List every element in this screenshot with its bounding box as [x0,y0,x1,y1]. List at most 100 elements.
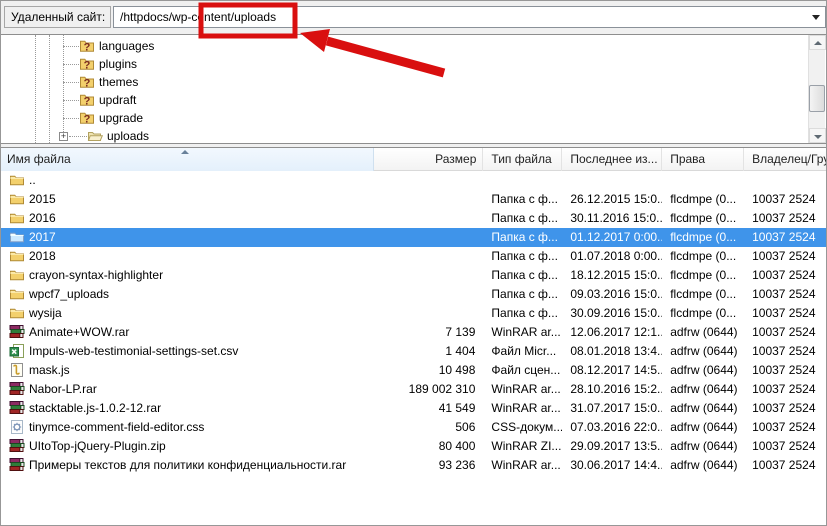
file-perms-cell: flcdmpe (0... [670,230,737,244]
file-owner-cell: 10037 2524 [752,306,816,320]
combo-dropdown-button[interactable] [807,7,825,27]
table-row[interactable]: mask.js 10 498 Файл сцен... 08.12.2017 14:5… [1,361,826,380]
table-row[interactable]: 2015 Папка с ф... 26.12.2015 15:0... flcdmp… [1,190,826,209]
tree-item-themes[interactable]: ? themes [1,73,826,91]
table-row[interactable]: wpcf7_uploads Папка с ф... 09.03.2016 15:0… [1,285,826,304]
tree-item-updraft[interactable]: ? updraft [1,91,826,109]
table-row[interactable]: UItoTop-jQuery-Plugin.zip 80 400 WinRAR ZI… [1,437,826,456]
winrar-icon [9,438,25,454]
file-size-cell [374,247,484,266]
file-name-cell: wpcf7_uploads [1,285,374,304]
tree-item-upgrade[interactable]: ? upgrade [1,109,826,127]
file-owner-cell: 10037 2524 [752,192,816,206]
table-row[interactable]: Nabor-LP.rar 189 002 310 WinRAR ar... 28.10… [1,380,826,399]
file-name-label: 2018 [29,249,56,263]
table-row[interactable]: Примеры текстов для политики конфиденциа… [1,456,826,475]
tree-connector-line [63,82,79,83]
table-row[interactable]: .. [1,171,826,190]
question-folder-icon: ? [79,74,95,90]
table-row[interactable]: 2018 Папка с ф... 01.07.2018 0:00... flcdmp… [1,247,826,266]
csv-icon [9,343,25,359]
scroll-up-button[interactable] [809,35,826,50]
file-name-label: Nabor-LP.rar [29,382,97,396]
tree-connector-line [63,100,79,101]
file-type-cell: WinRAR ar... [491,401,561,415]
file-type-cell: Файл Micr... [491,344,557,358]
tree-connector-line [63,118,79,119]
table-row[interactable]: crayon-syntax-highlighter Папка с ф... 18.… [1,266,826,285]
column-header-5[interactable]: Владелец/Гру [744,148,826,171]
column-header-0[interactable]: Имя файла [1,148,374,171]
tree-item-plugins[interactable]: ? plugins [1,55,826,73]
tree-item-label: languages [99,39,155,53]
svg-text:?: ? [84,78,91,90]
winrar-icon [9,381,25,397]
file-perms-cell: flcdmpe (0... [670,192,737,206]
file-type-cell: Папка с ф... [491,306,558,320]
file-size-cell: 10 498 [438,363,476,377]
folder-icon [9,210,25,226]
tree-connector-line [69,136,87,137]
table-row[interactable]: Animate+WOW.rar 7 139 WinRAR ar... 12.06.20… [1,323,826,342]
table-row[interactable]: tinymce-comment-field-editor.css 506 CSS-д… [1,418,826,437]
svg-text:?: ? [84,60,91,72]
file-modified-cell: 29.09.2017 13:5... [570,439,663,453]
file-modified-cell: 30.09.2016 15:0... [570,306,663,320]
table-row[interactable]: 2016 Папка с ф... 30.11.2016 15:0... flcdmp… [1,209,826,228]
file-owner-cell: 10037 2524 [752,420,816,434]
tree-item-label: uploads [107,129,150,143]
svg-text:?: ? [84,42,91,54]
file-name-cell: Примеры текстов для политики конфиденциа… [1,456,374,475]
file-modified-cell: 28.10.2016 15:2... [570,382,663,396]
column-header-1[interactable]: Размер [374,148,484,171]
file-name-label: stacktable.js-1.0.2-12.rar [29,401,162,415]
file-modified-cell: 08.01.2018 13:4... [570,344,663,358]
table-row[interactable]: wysija Папка с ф... 30.09.2016 15:0... flcd… [1,304,826,323]
tree-item-uploads[interactable]: + uploads [1,127,826,143]
file-size-cell: 80 400 [438,439,476,453]
arrow-down-icon [814,135,822,139]
file-modified-cell [562,171,662,190]
tree-vertical-scrollbar[interactable] [808,35,826,143]
file-owner-cell: 10037 2524 [752,439,816,453]
file-size-cell [374,266,484,285]
column-header-2[interactable]: Тип файла [483,148,563,171]
file-type-cell: Папка с ф... [491,230,558,244]
table-row[interactable]: Impuls-web-testimonial-settings-set.csv 1… [1,342,826,361]
file-perms-cell: flcdmpe (0... [670,268,737,282]
scroll-down-button[interactable] [809,128,826,143]
folder-icon [9,286,25,302]
file-owner-cell: 10037 2524 [752,325,816,339]
table-row[interactable]: 2017 Папка с ф... 01.12.2017 0:00... flcdmp… [1,228,826,247]
file-modified-cell: 01.12.2017 0:00... [570,230,663,244]
file-perms-cell: adfrw (0644) [670,458,738,472]
file-type-cell: WinRAR ar... [491,458,561,472]
remote-site-label: Удаленный сайт: [4,6,111,28]
column-header-3[interactable]: Последнее из... [562,148,663,171]
file-perms-cell [662,171,744,190]
file-type-cell: Папка с ф... [491,287,558,301]
folder-icon [9,305,25,321]
file-size-cell [374,209,484,228]
column-header-4[interactable]: Права [662,148,745,171]
winrar-icon [9,324,25,340]
file-modified-cell: 18.12.2015 15:0... [570,268,663,282]
file-owner-cell [744,171,826,190]
sort-ascending-icon [181,150,189,154]
file-size-cell: 506 [455,420,476,434]
file-owner-cell: 10037 2524 [752,211,816,225]
file-size-cell [374,304,484,323]
tree-item-languages[interactable]: ? languages [1,37,826,55]
file-owner-cell: 10037 2524 [752,382,816,396]
remote-path-combobox[interactable]: /httpdocs/wp-content/uploads [113,6,826,28]
tree-expand-button[interactable]: + [59,132,68,141]
table-row[interactable]: stacktable.js-1.0.2-12.rar 41 549 WinRAR a… [1,399,826,418]
file-name-cell: Impuls-web-testimonial-settings-set.csv [1,342,374,361]
scrollbar-thumb[interactable] [809,85,825,112]
file-perms-cell: adfrw (0644) [670,363,738,377]
file-modified-cell: 30.06.2017 14:4... [570,458,663,472]
file-name-label: mask.js [29,363,70,377]
question-folder-icon: ? [79,38,95,54]
remote-tree-panel: ? languages ? plugins? themes? updraft? upgrad… [1,34,826,144]
file-perms-cell: adfrw (0644) [670,344,738,358]
